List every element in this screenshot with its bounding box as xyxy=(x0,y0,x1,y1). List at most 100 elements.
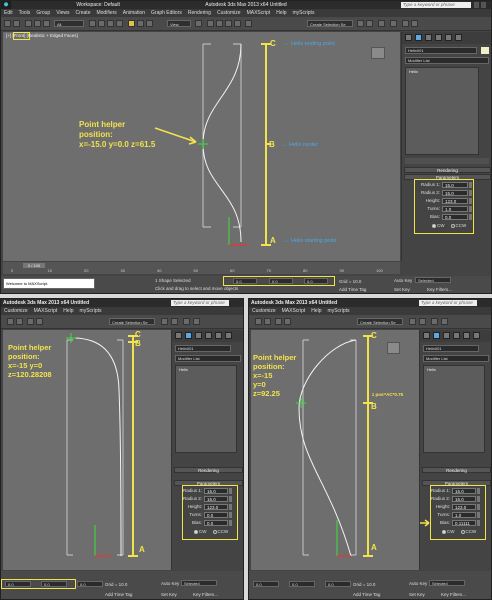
utilities-tab-icon[interactable] xyxy=(225,332,232,339)
search-input[interactable]: Type a keyword or phrase xyxy=(171,300,229,306)
render-icon[interactable] xyxy=(193,318,200,325)
point-helper-icon[interactable] xyxy=(66,333,76,343)
named-selection-dropdown[interactable]: Create Selection Se xyxy=(357,318,403,325)
key-filters-button[interactable]: Key Filters... xyxy=(427,287,452,292)
edit-named-selection-icon[interactable] xyxy=(245,20,252,27)
undo-icon[interactable] xyxy=(4,20,11,27)
redo-icon[interactable] xyxy=(13,20,20,27)
modify-tab-icon[interactable] xyxy=(415,34,422,41)
render-icon[interactable] xyxy=(411,20,418,27)
z-coord-field[interactable]: 0.0 xyxy=(325,581,351,587)
material-editor-icon[interactable] xyxy=(171,318,178,325)
menu-item[interactable]: Customize xyxy=(217,10,241,16)
helix-curve[interactable] xyxy=(298,339,357,557)
layer-icon[interactable] xyxy=(161,318,168,325)
angle-snap-icon[interactable] xyxy=(284,318,291,325)
render-setup-icon[interactable] xyxy=(431,318,438,325)
helix-curve[interactable] xyxy=(202,43,242,243)
auto-key-button[interactable]: Auto Key xyxy=(394,278,412,283)
named-selection-dropdown[interactable]: Create Selection Se xyxy=(109,318,155,325)
stack-item-helix[interactable]: Helix xyxy=(176,366,236,373)
snap-icon[interactable] xyxy=(207,20,214,27)
object-name-field[interactable]: Helix001 xyxy=(405,47,477,54)
selection-filter-dropdown[interactable]: All xyxy=(54,20,84,27)
menu-item[interactable]: MAXScript xyxy=(247,10,271,16)
maxscript-listener[interactable]: Welcome to MAXScript. xyxy=(3,278,95,289)
select-icon[interactable] xyxy=(89,20,96,27)
rect-select-icon[interactable] xyxy=(107,20,114,27)
snap-icon[interactable] xyxy=(27,318,34,325)
render-setup-icon[interactable] xyxy=(183,318,190,325)
close-button[interactable] xyxy=(481,2,486,8)
menu-item[interactable]: Edit xyxy=(4,10,13,16)
key-mode-dropdown[interactable]: Selected xyxy=(181,580,217,586)
set-key-button[interactable]: Set Key xyxy=(394,287,410,292)
bind-icon[interactable] xyxy=(43,20,50,27)
front-viewport[interactable]: [+] [Front] [Realistic + Edged Faces] C … xyxy=(3,32,400,261)
display-tab-icon[interactable] xyxy=(445,34,452,41)
display-tab-icon[interactable] xyxy=(215,332,222,339)
material-editor-icon[interactable] xyxy=(419,318,426,325)
modify-tab-icon[interactable] xyxy=(185,332,192,339)
menu-item[interactable]: Tools xyxy=(19,10,31,16)
auto-key-button[interactable]: Auto Key xyxy=(409,581,427,586)
menu-item[interactable]: Help xyxy=(276,10,286,16)
hierarchy-tab-icon[interactable] xyxy=(195,332,202,339)
front-viewport[interactable]: C B A Point helper position: x=-15 y=0 z… xyxy=(3,330,171,570)
angle-snap-icon[interactable] xyxy=(36,318,43,325)
move-gizmo-icon[interactable] xyxy=(94,525,111,557)
menu-item[interactable]: Rendering xyxy=(188,10,211,16)
helix-curve[interactable] xyxy=(72,337,122,557)
menu-item[interactable]: myScripts xyxy=(328,308,350,314)
move-icon[interactable] xyxy=(128,20,135,27)
key-filters-button[interactable]: Key Filters... xyxy=(193,592,218,597)
mirror-icon[interactable] xyxy=(357,20,364,27)
motion-tab-icon[interactable] xyxy=(205,332,212,339)
point-helper-icon[interactable] xyxy=(198,139,208,149)
front-viewport[interactable]: C B A z pos=AC*0.75 Point helper positio… xyxy=(251,330,419,570)
menu-item[interactable]: MAXScript xyxy=(34,308,58,314)
menu-item[interactable]: myScripts xyxy=(80,308,102,314)
menu-item[interactable]: Animation xyxy=(123,10,145,16)
reference-coord-dropdown[interactable]: View xyxy=(167,20,191,27)
spinner-snap-icon[interactable] xyxy=(234,20,241,27)
mirror-icon[interactable] xyxy=(7,318,14,325)
minimize-button[interactable] xyxy=(474,2,479,8)
menu-item[interactable]: Help xyxy=(63,308,73,314)
set-key-button[interactable]: Set Key xyxy=(409,592,425,597)
time-slider[interactable]: 0 / 100 0 10 20 30 40 50 60 70 80 90 100 xyxy=(3,262,400,274)
motion-tab-icon[interactable] xyxy=(435,34,442,41)
align-icon[interactable] xyxy=(264,318,271,325)
rollout-rendering[interactable]: Rendering xyxy=(404,167,491,173)
key-filters-button[interactable]: Key Filters... xyxy=(441,592,466,597)
utilities-tab-icon[interactable] xyxy=(455,34,462,41)
select-by-name-icon[interactable] xyxy=(98,20,105,27)
object-name-field[interactable]: Helix001 xyxy=(175,345,231,352)
unlink-icon[interactable] xyxy=(34,20,41,27)
render-setup-icon[interactable] xyxy=(402,20,409,27)
key-mode-dropdown[interactable]: Selected xyxy=(429,580,465,586)
align-icon[interactable] xyxy=(16,318,23,325)
align-icon[interactable] xyxy=(366,20,373,27)
add-time-tag-button[interactable]: Add Time Tag xyxy=(353,592,380,597)
material-editor-icon[interactable] xyxy=(390,20,397,27)
hierarchy-tab-icon[interactable] xyxy=(425,34,432,41)
x-coord-field[interactable]: 0.0 xyxy=(253,581,279,587)
pivot-icon[interactable] xyxy=(195,20,202,27)
layer-icon[interactable] xyxy=(378,20,385,27)
snap-icon[interactable] xyxy=(275,318,282,325)
link-icon[interactable] xyxy=(25,20,32,27)
stack-item-helix[interactable]: Helix xyxy=(406,68,478,75)
scale-icon[interactable] xyxy=(146,20,153,27)
layer-icon[interactable] xyxy=(409,318,416,325)
menu-item[interactable]: Graph Editors xyxy=(151,10,182,16)
search-input[interactable]: Type a keyword or phrase xyxy=(401,2,471,8)
search-input[interactable]: Type a keyword or phrase xyxy=(419,300,477,306)
y-coord-field[interactable]: 0.0 xyxy=(289,581,315,587)
auto-key-button[interactable]: Auto Key xyxy=(161,581,179,586)
menu-item[interactable]: MAXScript xyxy=(282,308,306,314)
menu-item[interactable]: Help xyxy=(311,308,321,314)
add-time-tag-button[interactable]: Add Time Tag xyxy=(105,592,132,597)
modifier-list-dropdown[interactable]: Modifier List xyxy=(405,57,489,64)
z-coord-field[interactable]: 0.0 xyxy=(77,581,103,587)
